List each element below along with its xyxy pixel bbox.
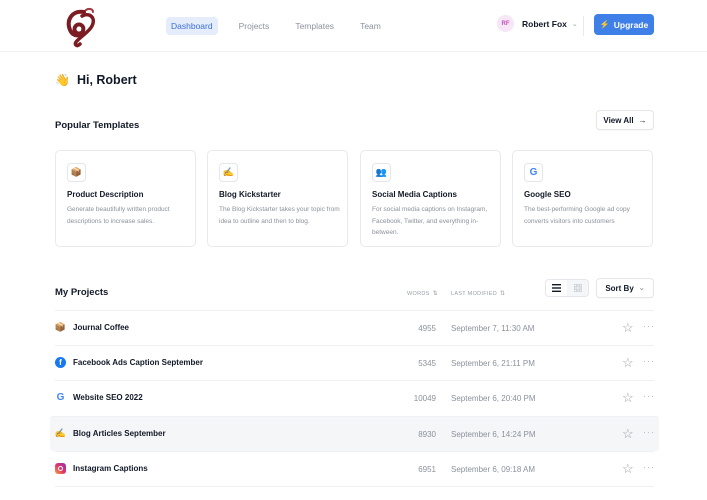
- nav-templates[interactable]: Templates: [290, 17, 339, 35]
- star-icon[interactable]: ☆: [622, 355, 634, 371]
- google-icon: G: [524, 163, 543, 182]
- people-icon: 👥: [372, 163, 391, 182]
- project-modified: September 6, 09:18 AM: [451, 465, 536, 474]
- more-options-icon[interactable]: ···: [643, 391, 655, 401]
- card-description: Generate beautifully written product des…: [67, 206, 170, 225]
- card-title: Social Media Captions: [372, 190, 457, 199]
- project-words: 10049: [413, 394, 436, 403]
- user-name: Robert Fox: [522, 18, 567, 29]
- templates-title: Popular Templates: [55, 120, 140, 131]
- google-icon: G: [56, 392, 65, 403]
- card-description: For social media captions on Instagram, …: [372, 206, 488, 236]
- project-name: Facebook Ads Caption September: [73, 358, 203, 367]
- project-words: 8930: [418, 430, 436, 439]
- main-nav: Dashboard Projects Templates Team: [166, 17, 402, 35]
- grid-view-button[interactable]: [567, 280, 588, 296]
- box-icon: 📦: [67, 163, 86, 182]
- sort-by-dropdown[interactable]: Sort By ⌄: [596, 278, 654, 298]
- arrow-right-icon: →: [638, 115, 647, 125]
- card-title: Blog Kickstarter: [219, 190, 281, 199]
- box-icon: 📦: [54, 322, 67, 332]
- sort-icon: ⇅: [432, 291, 438, 297]
- template-card-google-seo[interactable]: G Google SEO The best-performing Google …: [512, 150, 653, 247]
- column-modified-label: LAST MODIFIED: [451, 290, 497, 297]
- card-title: Google SEO: [524, 190, 571, 199]
- view-all-button[interactable]: View All →: [596, 110, 654, 130]
- card-description: The Blog Kickstarter takes your topic fr…: [219, 206, 340, 225]
- greeting-text: Hi, Robert: [76, 73, 137, 87]
- star-icon[interactable]: ☆: [622, 461, 634, 477]
- template-card-product-description[interactable]: 📦 Product Description Generate beautiful…: [55, 150, 196, 247]
- star-icon[interactable]: ☆: [622, 426, 634, 442]
- project-modified: September 6, 14:24 PM: [451, 430, 536, 439]
- more-options-icon[interactable]: ···: [643, 462, 655, 472]
- list-icon: [552, 284, 561, 292]
- project-name: Website SEO 2022: [73, 393, 143, 402]
- lightning-icon: ⚡: [599, 20, 610, 29]
- writing-hand-icon: ✍️: [219, 163, 238, 182]
- upgrade-button[interactable]: ⚡ Upgrade: [594, 14, 654, 35]
- card-description: The best-performing Google ad copy conve…: [524, 206, 630, 225]
- more-options-icon[interactable]: ···: [643, 427, 655, 437]
- projects-title: My Projects: [55, 287, 109, 298]
- view-toggle: [545, 279, 589, 297]
- nav-projects[interactable]: Projects: [234, 17, 275, 35]
- project-modified: September 6, 21:11 PM: [451, 359, 535, 368]
- column-words-label: WORDS: [407, 290, 430, 297]
- template-card-social-media-captions[interactable]: 👥 Social Media Captions For social media…: [360, 150, 501, 247]
- project-modified: September 7, 11:30 AM: [451, 324, 535, 333]
- project-words: 6951: [418, 465, 436, 474]
- header-divider: [583, 16, 584, 36]
- greeting: 👋 Hi, Robert: [55, 73, 137, 87]
- waving-hand-icon: 👋: [55, 73, 70, 87]
- table-row[interactable]: Instagram Captions 6951 September 6, 09:…: [55, 451, 654, 486]
- list-view-button[interactable]: [546, 280, 567, 296]
- more-options-icon[interactable]: ···: [643, 356, 655, 366]
- grid-icon: [573, 284, 582, 292]
- instagram-icon: [55, 463, 66, 474]
- star-icon[interactable]: ☆: [622, 320, 634, 336]
- upgrade-label: Upgrade: [613, 19, 649, 30]
- project-name: Journal Coffee: [73, 323, 130, 332]
- table-row[interactable]: [55, 486, 654, 500]
- chevron-down-icon: ⌄: [571, 20, 578, 28]
- view-all-label: View All: [603, 115, 634, 125]
- star-icon[interactable]: ☆: [622, 390, 634, 406]
- sort-by-label: Sort By: [605, 283, 634, 293]
- user-menu[interactable]: RF Robert Fox ⌄: [497, 15, 578, 32]
- project-name: Instagram Captions: [73, 464, 148, 473]
- card-title: Product Description: [67, 190, 144, 199]
- nav-team[interactable]: Team: [355, 17, 386, 35]
- chevron-down-icon: ⌄: [638, 285, 645, 292]
- project-name: Blog Articles September: [73, 429, 166, 438]
- table-row[interactable]: ✍️ Blog Articles September 8930 Septembe…: [50, 416, 659, 451]
- column-last-modified[interactable]: LAST MODIFIED ⇅: [451, 290, 506, 298]
- column-words[interactable]: WORDS ⇅: [407, 290, 438, 298]
- brand-logo[interactable]: [62, 6, 100, 48]
- table-row[interactable]: f Facebook Ads Caption September 5345 Se…: [55, 345, 654, 380]
- project-modified: September 6, 20:40 PM: [451, 394, 536, 403]
- facebook-icon: f: [55, 357, 66, 368]
- project-words: 4955: [418, 324, 436, 333]
- writing-hand-icon: ✍️: [54, 428, 67, 438]
- table-row[interactable]: 📦 Journal Coffee 4955 September 7, 11:30…: [55, 310, 654, 345]
- nav-dashboard[interactable]: Dashboard: [166, 17, 218, 35]
- top-header: Dashboard Projects Templates Team RF Rob…: [0, 0, 707, 52]
- table-row[interactable]: G Website SEO 2022 10049 September 6, 20…: [55, 380, 654, 415]
- avatar: RF: [497, 15, 514, 32]
- template-card-blog-kickstarter[interactable]: ✍️ Blog Kickstarter The Blog Kickstarter…: [207, 150, 348, 247]
- more-options-icon[interactable]: ···: [643, 321, 655, 331]
- project-words: 5345: [418, 359, 436, 368]
- sort-icon: ⇅: [499, 291, 506, 297]
